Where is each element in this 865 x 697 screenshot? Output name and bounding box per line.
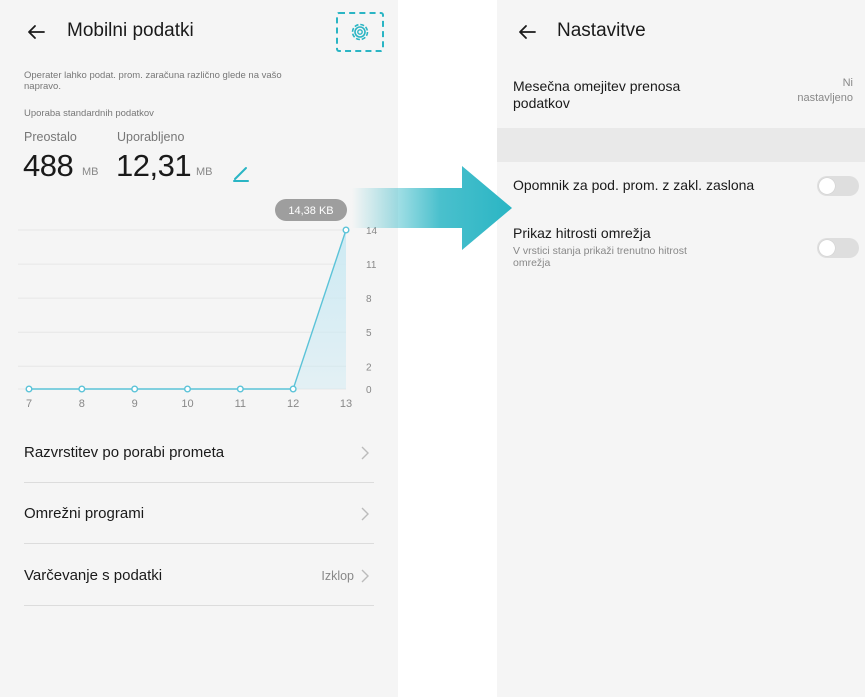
usage-chart: 141185207 8 9 10 11 12 1314,38 KB [18, 199, 378, 410]
used-value: 12,31 [116, 148, 192, 183]
usage-label: Uporaba standardnih podatkov [24, 108, 154, 119]
gear-icon [351, 23, 369, 41]
monthly-limit-title-line1: Mesečna omejitev prenosa [513, 78, 681, 94]
y-tick-label: 5 [366, 328, 372, 339]
network-speed-row[interactable]: Prikaz hitrosti omrežja V vrstici stanja… [497, 218, 865, 282]
remaining-unit: MB [82, 166, 99, 178]
section-divider [497, 128, 865, 162]
monthly-limit-value-line2: nastavljeno [797, 92, 853, 104]
chart-area [29, 230, 346, 389]
transition-arrow-icon [352, 166, 512, 250]
x-tick-label: 8 [79, 398, 85, 410]
x-tick-label: 11 [235, 398, 246, 410]
remaining-value: 488 [23, 148, 74, 183]
monthly-limit-title-line2: podatkov [513, 95, 570, 111]
network-apps-row[interactable]: Omrežni programi [24, 484, 374, 544]
chart-data-point [25, 385, 33, 393]
x-tick-label: 10 [181, 398, 193, 410]
settings-screen: Nastavitve Mesečna omejitev prenosa poda… [497, 0, 865, 697]
monthly-limit-title: Mesečna omejitev prenosa podatkov [513, 78, 680, 112]
chevron-right-icon [361, 446, 369, 460]
x-tick-label: 7 [26, 398, 32, 410]
lockscreen-reminder-toggle[interactable] [817, 176, 859, 196]
monthly-limit-value: Ni nastavljeno [773, 76, 853, 106]
y-tick-label: 8 [366, 294, 372, 305]
chart-series-line [29, 229, 347, 390]
toggle-knob [819, 240, 835, 256]
chart-data-point [183, 385, 191, 393]
y-tick-label: 0 [366, 385, 372, 396]
chart-data-point [78, 385, 86, 393]
back-arrow-icon[interactable] [515, 20, 539, 44]
y-tick-label: 2 [366, 362, 372, 373]
chart-data-point [289, 385, 297, 393]
network-speed-desc: V vrstici stanja prikaži trenutno hitros… [513, 245, 773, 269]
chart-tooltip-label: 14,38 KB [288, 205, 333, 217]
data-saver-status: Izklop [321, 569, 354, 583]
operator-note-line1: Operater lahko podat. prom. zaračuna raz… [24, 70, 282, 81]
back-arrow-icon[interactable] [24, 20, 48, 44]
operator-note: Operater lahko podat. prom. zaračuna raz… [24, 70, 282, 92]
network-speed-desc-line1: V vrstici stanja prikaži trenutno hitros… [513, 245, 687, 257]
used-label: Uporabljeno [117, 130, 185, 144]
row-label: Varčevanje s podatki [24, 567, 163, 584]
settings-button[interactable] [336, 12, 384, 52]
row-label: Omrežni programi [24, 505, 145, 522]
page-title: Nastavitve [557, 20, 646, 41]
chart-data-point [131, 385, 139, 393]
chart-data-point [236, 385, 244, 393]
page-title: Mobilni podatki [67, 20, 194, 41]
data-saver-row[interactable]: Varčevanje s podatki Izklop [24, 546, 374, 606]
network-speed-title: Prikaz hitrosti omrežja [513, 225, 651, 241]
row-label: Razvrstitev po porabi prometa [24, 444, 225, 461]
chevron-right-icon [361, 507, 369, 521]
monthly-limit-row[interactable]: Mesečna omejitev prenosa podatkov Ni nas… [497, 66, 865, 128]
sort-by-usage-row[interactable]: Razvrstitev po porabi prometa [24, 423, 374, 483]
lockscreen-reminder-title: Opomnik za pod. prom. z zakl. zaslona [513, 177, 755, 193]
operator-note-line2: napravo. [24, 81, 61, 92]
mobile-data-screen: Mobilni podatki Operater lahko podat. pr… [0, 0, 398, 697]
toggle-knob [819, 178, 835, 194]
lockscreen-reminder-row[interactable]: Opomnik za pod. prom. z zakl. zaslona [497, 166, 865, 210]
network-speed-desc-line2: omrežja [513, 257, 551, 269]
chevron-right-icon [361, 569, 369, 583]
network-speed-toggle[interactable] [817, 238, 859, 258]
monthly-limit-value-line1: Ni [842, 77, 853, 89]
remaining-label: Preostalo [24, 130, 77, 144]
x-tick-label: 13 [340, 398, 352, 410]
titlebar: Mobilni podatki [0, 0, 398, 66]
chart-data-point [342, 226, 350, 234]
used-unit: MB [196, 166, 213, 178]
edit-pencil-icon[interactable] [230, 162, 252, 184]
x-tick-label: 9 [132, 398, 138, 410]
x-tick-label: 12 [287, 398, 299, 410]
y-tick-label: 11 [366, 260, 377, 271]
titlebar: Nastavitve [497, 0, 865, 66]
